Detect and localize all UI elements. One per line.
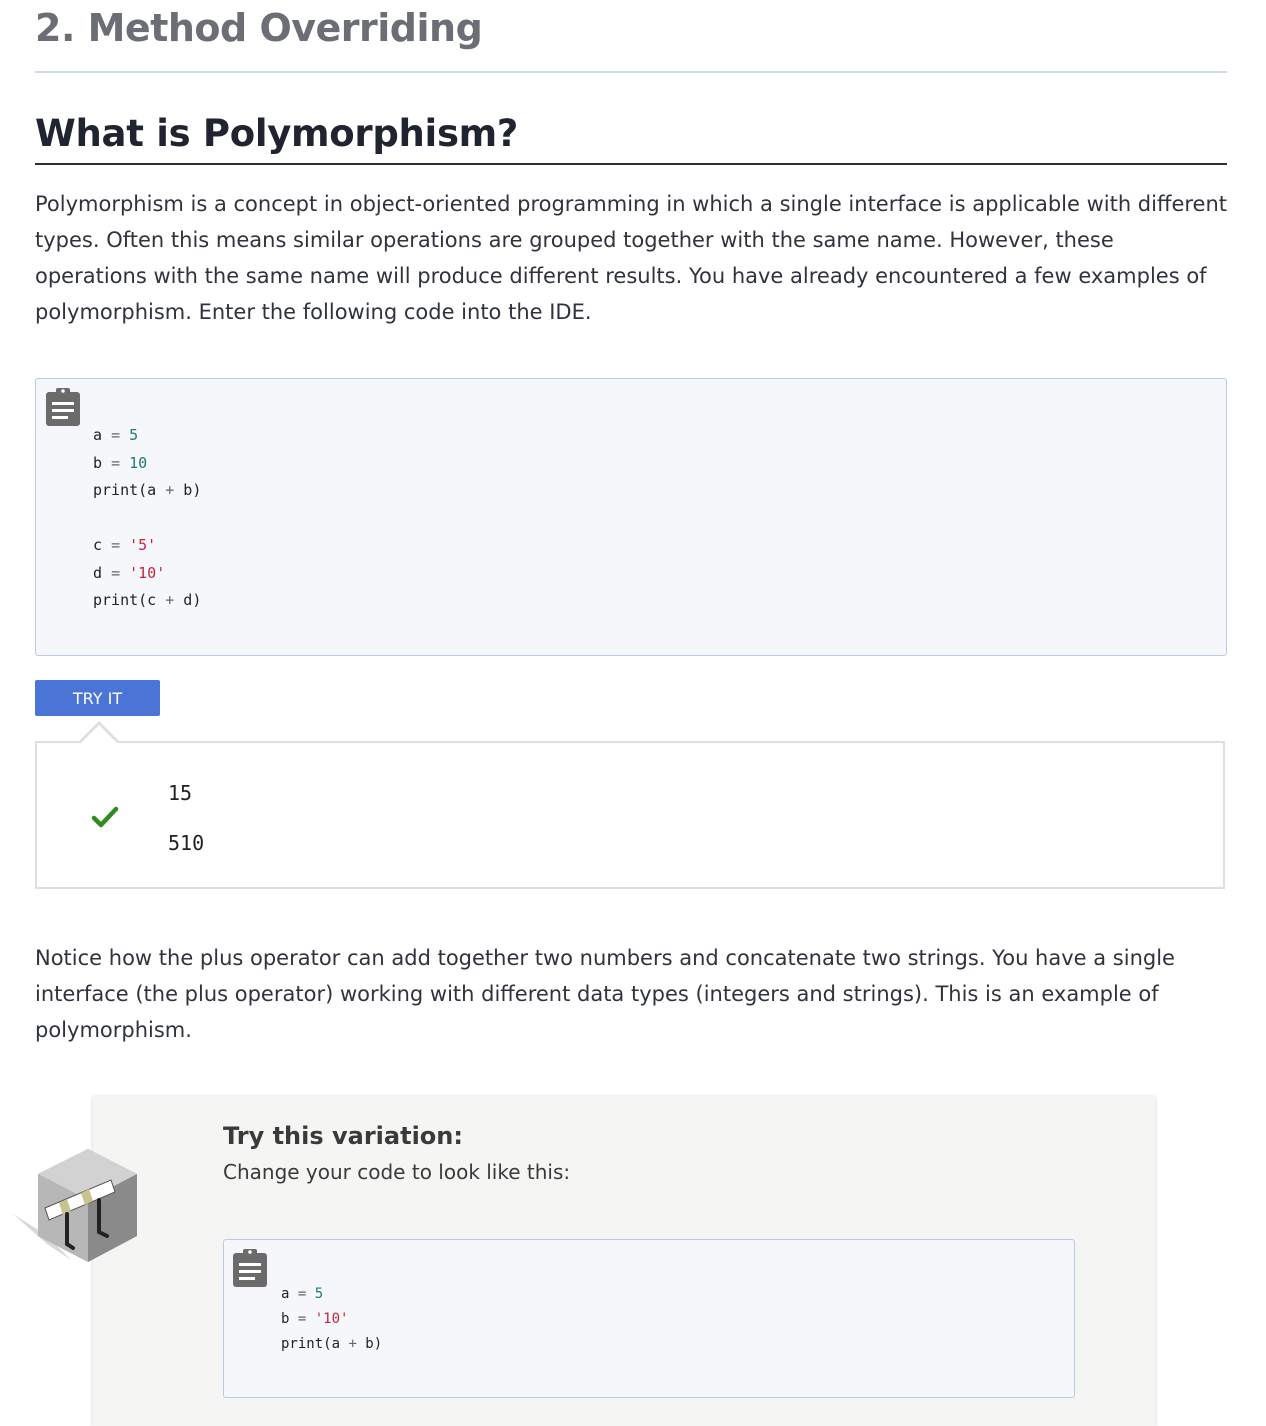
code-block[interactable]: a = 5 b = 10 print(a + b) c = '5' d = '1… <box>35 378 1227 656</box>
code-line: a = 5 <box>281 1286 324 1302</box>
clipboard-icon[interactable] <box>232 1248 268 1288</box>
code-line: print(a + b) <box>93 481 202 499</box>
code-text[interactable]: a = 5 b = 10 print(a + b) c = '5' d = '1… <box>93 422 201 615</box>
clipboard-icon[interactable] <box>45 387 81 427</box>
variation-code-text[interactable]: a = 5 b = '10' print(a + b) <box>281 1282 382 1357</box>
variation-subtitle: Change your code to look like this: <box>223 1160 571 1184</box>
roadblock-icon <box>13 1149 137 1262</box>
code-line: a = 5 <box>93 426 139 444</box>
code-line: print(c + d) <box>93 591 202 609</box>
intro-paragraph: Polymorphism is a concept in object-orie… <box>35 192 1227 324</box>
variation-card: Try this variation: Change your code to … <box>13 1096 1155 1426</box>
notice-paragraph: Notice how the plus operator can add tog… <box>35 946 1175 1042</box>
code-line: b = 10 <box>93 453 148 472</box>
code-line: c = '5' <box>93 536 157 554</box>
section-heading: 2. Method Overriding <box>35 6 483 50</box>
variation-title: Try this variation: <box>223 1122 463 1150</box>
section-divider <box>35 71 1227 73</box>
try-it-button[interactable]: TRY IT <box>35 680 160 716</box>
code-line: d = '10' <box>93 563 166 582</box>
title-divider <box>35 163 1227 165</box>
code-line: print(a + b) <box>281 1336 383 1352</box>
page-title: What is Polymorphism? <box>35 112 519 155</box>
code-line: b = '10' <box>281 1311 349 1327</box>
output-line: 15 <box>168 781 193 805</box>
output-line: 510 <box>168 831 205 855</box>
checkmark-icon <box>91 806 119 828</box>
variation-code-block[interactable]: a = 5 b = '10' print(a + b) <box>223 1239 1075 1398</box>
output-panel: 15 510 <box>35 721 1225 889</box>
